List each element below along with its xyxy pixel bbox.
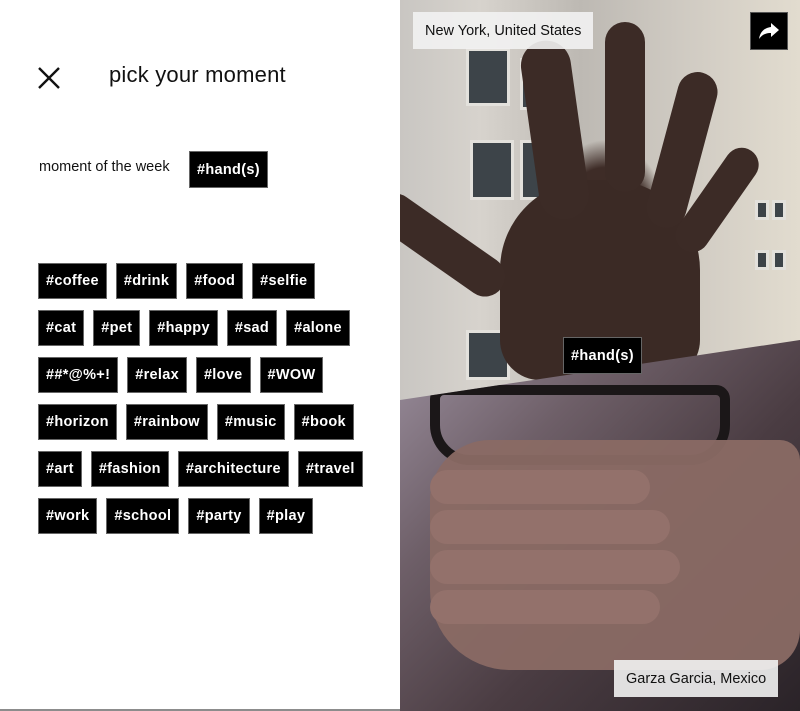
tag-button[interactable]: ##*@%+! xyxy=(38,357,119,393)
tag-button[interactable]: #selfie xyxy=(252,263,316,299)
tag-button[interactable]: #cat xyxy=(38,310,85,346)
finger xyxy=(430,510,670,544)
tag-button[interactable]: #pet xyxy=(93,310,141,346)
building-window xyxy=(772,200,786,220)
close-button[interactable] xyxy=(36,65,62,91)
finger xyxy=(430,550,680,584)
tag-button[interactable]: #sad xyxy=(226,310,278,346)
location-label-bottom: Garza Garcia, Mexico xyxy=(614,660,779,697)
photo-collage: New York, United States #hand(s) Garza G… xyxy=(400,0,800,711)
tag-button[interactable]: #architecture xyxy=(177,451,289,487)
tag-row: #horizon #rainbow #music #book xyxy=(38,404,368,440)
tag-button[interactable]: #party xyxy=(188,498,250,534)
thumb xyxy=(400,185,513,305)
tag-button[interactable]: #drink xyxy=(115,263,178,299)
tag-button[interactable]: #relax xyxy=(127,357,187,393)
tag-button[interactable]: #travel xyxy=(297,451,363,487)
tag-button[interactable]: #art xyxy=(38,451,82,487)
moment-of-week-tag[interactable]: #hand(s) xyxy=(189,151,268,188)
page-title: pick your moment xyxy=(109,62,286,87)
tag-row: #work #school #party #play xyxy=(38,498,368,534)
tag-button[interactable]: #alone xyxy=(286,310,350,346)
tag-row: #cat #pet #happy #sad #alone xyxy=(38,310,368,346)
tag-button[interactable]: #play xyxy=(258,498,314,534)
tag-button[interactable]: #work xyxy=(38,498,98,534)
photo-garza-garcia[interactable] xyxy=(400,340,800,711)
building-window xyxy=(772,250,786,270)
tag-button[interactable]: #horizon xyxy=(38,404,117,440)
finger xyxy=(430,470,650,504)
finger xyxy=(430,590,660,624)
tag-row: #art #fashion #architecture #travel xyxy=(38,451,368,487)
photo-tag[interactable]: #hand(s) xyxy=(563,337,642,374)
tag-button[interactable]: #coffee xyxy=(38,263,107,299)
moment-of-week-label: moment of the week xyxy=(39,159,170,175)
tag-picker-panel: pick your moment moment of the week #han… xyxy=(0,0,400,711)
tag-button[interactable]: #food xyxy=(186,263,244,299)
tag-button[interactable]: #love xyxy=(195,357,251,393)
share-arrow-icon xyxy=(759,23,779,39)
tag-button[interactable]: #school xyxy=(106,498,180,534)
tag-button[interactable]: #fashion xyxy=(90,451,169,487)
building-window xyxy=(755,200,769,220)
share-button[interactable] xyxy=(750,12,788,50)
tag-button[interactable]: #happy xyxy=(149,310,218,346)
tag-row: ##*@%+! #relax #love #WOW xyxy=(38,357,368,393)
building-window xyxy=(755,250,769,270)
location-label-top: New York, United States xyxy=(413,12,594,49)
tag-button[interactable]: #book xyxy=(293,404,354,440)
tag-button[interactable]: #WOW xyxy=(259,357,324,393)
building-window xyxy=(466,48,510,106)
tag-button[interactable]: #music xyxy=(216,404,285,440)
building-window xyxy=(470,140,514,200)
tag-button[interactable]: #rainbow xyxy=(125,404,208,440)
tag-row: #coffee #drink #food #selfie xyxy=(38,263,368,299)
finger xyxy=(605,22,645,192)
close-icon xyxy=(38,67,60,89)
tag-grid: #coffee #drink #food #selfie #cat #pet #happy #… xyxy=(38,263,368,545)
